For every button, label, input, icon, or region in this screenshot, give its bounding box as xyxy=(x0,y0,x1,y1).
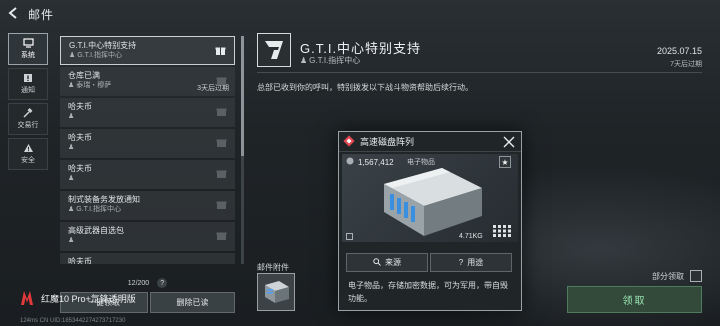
person-icon: ♟ xyxy=(68,82,75,89)
item-price: 1,567,412 xyxy=(346,157,394,167)
notice-icon xyxy=(22,73,34,83)
mail-sender: ♟ xyxy=(68,174,227,184)
popup-actions: 来源 ? 用途 xyxy=(346,253,512,272)
item-description: 电子物品，存储加密数据，可为军用，带自毁功能。 xyxy=(348,281,508,303)
person-icon: ♟ xyxy=(68,206,75,213)
mail-item[interactable]: 哈夫币 xyxy=(60,253,235,264)
top-bar: 邮件 xyxy=(0,0,720,28)
mail-detail-body: 总部已收到你的呼叫，特别拨发以下战斗物资帮助后续行动。 xyxy=(257,83,473,92)
search-icon xyxy=(373,257,381,268)
mail-subject: 哈夫币 xyxy=(68,133,92,142)
mail-item[interactable]: 制式装备务发放通知 ♟ G.T.I.指挥中心 xyxy=(60,191,235,220)
coin-icon xyxy=(346,157,354,167)
mail-subject: 高级武器自选包 xyxy=(68,226,124,235)
item-detail-popup: 高速磁盘阵列 1,567,412 电子物品 ★ 4.71KG 来源 ? 用途 电… xyxy=(338,131,522,311)
mail-sender: ♟ xyxy=(68,143,227,153)
mail-subject: G.T.I.中心特别支持 xyxy=(69,41,137,50)
popup-header: 高速磁盘阵列 xyxy=(339,132,521,152)
mail-subject: 哈夫币 xyxy=(68,102,92,111)
mail-item[interactable]: 高级武器自选包 ♟ xyxy=(60,222,235,251)
nav-label: 系统 xyxy=(21,52,35,59)
mail-list[interactable]: G.T.I.中心特别支持 ♟ G.T.I.指挥中心 仓库已满 ♟ 泰瑞・穆萨 3天后… xyxy=(60,36,235,264)
status-bar: 124ms CN UID:1853442274273717230 xyxy=(20,318,126,324)
person-icon: ♟ xyxy=(68,113,75,120)
mail-subject: 哈夫币 xyxy=(68,257,92,264)
watermark-text: 红魔10 Pro+氘锋透明版 xyxy=(41,293,136,304)
partial-claim-checkbox[interactable] xyxy=(690,270,702,282)
gift-icon xyxy=(215,45,226,56)
gift-icon xyxy=(216,199,227,210)
person-icon: ♟ xyxy=(300,56,308,65)
scrollbar-thumb[interactable] xyxy=(241,36,244,156)
mail-subject: 仓库已满 xyxy=(68,71,100,80)
help-circle-icon: ? xyxy=(458,258,464,267)
attachments-label: 邮件附件 xyxy=(257,263,289,272)
item-size-grid-icon xyxy=(493,225,511,237)
red-magic-logo-icon xyxy=(18,289,36,307)
gift-icon xyxy=(216,106,227,117)
gift-icon xyxy=(216,75,227,86)
window-title: 邮件 xyxy=(28,7,55,22)
popup-item-name: 高速磁盘阵列 xyxy=(360,137,415,147)
gti-logo-icon xyxy=(257,33,291,67)
delete-read-button[interactable]: 删除已读 xyxy=(150,292,235,313)
mail-item[interactable]: 哈夫币 ♟ xyxy=(60,129,235,158)
mail-sender: ♟ G.T.I.指挥中心 xyxy=(68,206,122,213)
mail-sender: ♟ G.T.I.指挥中心 xyxy=(69,52,123,59)
nav-item-security[interactable]: 安全 xyxy=(8,138,48,170)
mail-list-scrollbar[interactable] xyxy=(241,36,244,264)
partial-claim-label: 部分领取 xyxy=(652,271,684,281)
item-artwork xyxy=(342,154,518,242)
warning-icon xyxy=(22,143,34,153)
gift-icon xyxy=(216,168,227,179)
back-arrow-icon[interactable] xyxy=(8,6,22,22)
source-button[interactable]: 来源 xyxy=(346,253,428,272)
system-icon xyxy=(22,38,34,48)
mail-detail-date: 2025.07.15 xyxy=(656,46,702,56)
item-category: 电子物品 xyxy=(407,159,435,166)
divider xyxy=(257,72,702,73)
disk-array-thumb-icon xyxy=(265,281,289,303)
mail-subject: 制式装备务发放通知 xyxy=(68,195,140,204)
help-icon[interactable]: ? xyxy=(157,278,168,288)
mail-count: 12/200 xyxy=(127,279,150,287)
mail-item[interactable]: 哈夫币 ♟ xyxy=(60,160,235,189)
nav-item-notice[interactable]: 通知 xyxy=(8,68,48,100)
person-icon: ♟ xyxy=(69,52,76,59)
mail-item[interactable]: 仓库已满 ♟ 泰瑞・穆萨 3天后过期 xyxy=(60,67,235,96)
mail-detail-expiry: 7天后过期 xyxy=(670,61,702,68)
gift-icon xyxy=(216,137,227,148)
nav-label: 交易行 xyxy=(17,122,39,129)
rarity-diamond-icon xyxy=(343,134,355,149)
usage-button[interactable]: ? 用途 xyxy=(430,253,512,272)
nav-label: 通知 xyxy=(21,87,35,94)
disk-array-illustration-icon xyxy=(384,168,482,236)
nav-item-system[interactable]: 系统 xyxy=(8,33,48,65)
hammer-icon xyxy=(22,108,34,118)
category-nav: 系统 通知 交易行 安全 xyxy=(8,33,48,173)
gift-icon xyxy=(216,230,227,241)
mail-count-row: 12/200 ? xyxy=(60,278,235,288)
mail-item[interactable]: G.T.I.中心特别支持 ♟ G.T.I.指挥中心 xyxy=(60,36,235,65)
person-icon: ♟ xyxy=(68,237,75,244)
device-watermark: 红魔10 Pro+氘锋透明版 xyxy=(18,289,136,307)
mail-sender: ♟ xyxy=(68,236,227,246)
mail-item[interactable]: 哈夫币 ♟ xyxy=(60,98,235,127)
partial-claim: 部分领取 xyxy=(652,270,702,282)
person-icon: ♟ xyxy=(68,175,75,182)
item-weight: 4.71KG xyxy=(459,233,483,240)
mail-subject: 哈夫币 xyxy=(68,164,92,173)
nav-item-market[interactable]: 交易行 xyxy=(8,103,48,135)
attachment-slot[interactable] xyxy=(257,273,295,311)
nav-label: 安全 xyxy=(21,157,35,164)
mail-detail-sender: ♟ G.T.I.指挥中心 xyxy=(300,56,361,65)
favorite-star-icon[interactable]: ★ xyxy=(499,156,511,168)
copy-icon[interactable] xyxy=(346,233,353,240)
claim-button[interactable]: 领取 xyxy=(567,286,702,313)
close-icon[interactable] xyxy=(503,136,515,148)
person-icon: ♟ xyxy=(68,144,75,151)
mail-sender: ♟ xyxy=(68,112,227,122)
